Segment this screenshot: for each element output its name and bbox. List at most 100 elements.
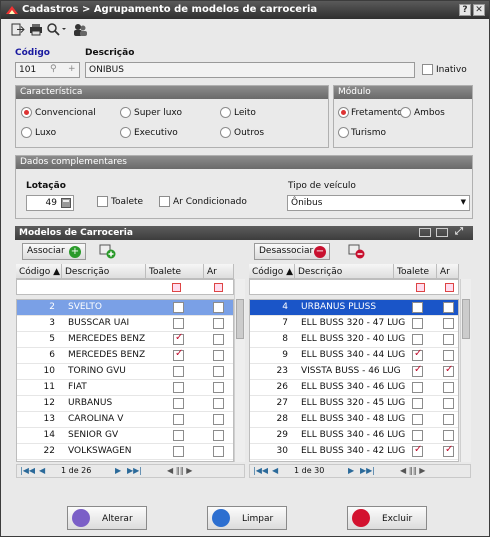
close-button[interactable]: ✕ [473,4,485,16]
toalete-cell-checkbox[interactable] [412,382,423,393]
table-row[interactable]: 27 ELL BUSS 320 - 45 LUG [250,396,458,412]
calculator-icon[interactable] [61,198,71,208]
ar-cell-checkbox[interactable] [443,444,454,457]
ar-cell-checkbox[interactable] [443,318,454,329]
codigo-field[interactable]: 101 ⚲ + [15,62,80,78]
radio-executivo[interactable] [120,127,131,138]
ar-cell-checkbox[interactable] [213,414,224,425]
prev-page-icon[interactable]: ◀ [39,466,45,475]
toalete-cell-checkbox[interactable] [412,348,423,361]
table-row[interactable]: 4 URBANUS PLUSS [250,300,458,316]
toalete-cell-checkbox[interactable] [412,398,423,409]
radio-luxo[interactable] [21,127,32,138]
ar-cell-checkbox[interactable] [213,302,224,313]
table-row[interactable]: 10 TORINO GVU [17,364,233,380]
add-small-icon[interactable]: + [68,64,76,74]
help-button[interactable]: ? [459,4,471,16]
users-icon[interactable] [73,23,87,36]
left-col-ar[interactable]: Ar [204,264,234,279]
filter-icon[interactable] [214,283,223,292]
toalete-cell-checkbox[interactable] [173,398,184,409]
ar-cell-checkbox[interactable] [213,334,224,345]
toalete-cell-checkbox[interactable] [173,414,184,425]
excluir-button[interactable]: Excluir [347,506,427,530]
last-page-icon[interactable]: ▶▶| [127,466,142,475]
table-row[interactable]: 12 URBANUS [17,396,233,412]
desassociar-button[interactable]: Desassociar − [254,243,330,260]
table-row[interactable]: 6 MERCEDES BENZ [17,348,233,364]
table-row[interactable]: 29 ELL BUSS 340 - 46 LUG [250,428,458,444]
table-row[interactable]: 22 VOLKSWAGEN [17,444,233,460]
radio-super-luxo[interactable] [120,107,131,118]
table-row[interactable]: 23 VISSTA BUSS - 46 LUG [250,364,458,380]
ar-cell-checkbox[interactable] [443,382,454,393]
search-small-icon[interactable]: ⚲ [50,64,57,74]
print-icon[interactable] [29,23,43,36]
toalete-cell-checkbox[interactable] [412,318,423,329]
table-row[interactable]: 26 ELL BUSS 340 - 46 LUG [250,380,458,396]
right-col-codigo[interactable]: Código ▲ [249,264,295,279]
ar-cell-checkbox[interactable] [213,398,224,409]
last-page-icon[interactable]: ▶▶| [360,466,375,475]
left-col-codigo[interactable]: Código ▲ [16,264,62,279]
table-row[interactable]: 14 SENIOR GV [17,428,233,444]
table-row[interactable]: 28 ELL BUSS 340 - 48 LUG [250,412,458,428]
toalete-cell-checkbox[interactable] [412,302,423,313]
toalete-cell-checkbox[interactable] [173,348,184,361]
right-col-toalete[interactable]: Toalete [394,264,437,279]
filter-icon[interactable] [416,283,425,292]
toalete-cell-checkbox[interactable] [412,334,423,345]
limpar-button[interactable]: Limpar [207,506,287,530]
toalete-cell-checkbox[interactable] [173,430,184,441]
tipo-veiculo-select[interactable]: Ônibus ▼ [287,195,470,211]
filter-icon[interactable] [445,283,454,292]
toalete-cell-checkbox[interactable] [412,414,423,425]
toalete-checkbox[interactable] [97,196,108,207]
toalete-cell-checkbox[interactable] [173,302,184,313]
radio-fretamento[interactable] [338,107,349,118]
descricao-field[interactable]: ONIBUS [85,62,415,78]
table-row[interactable]: 7 ELL BUSS 320 - 47 LUG [250,316,458,332]
inativo-checkbox[interactable] [422,64,433,75]
exit-icon[interactable] [11,23,25,36]
layout-icon[interactable] [419,228,431,237]
left-col-descricao[interactable]: Descrição [62,264,146,279]
ar-cell-checkbox[interactable] [443,398,454,409]
first-page-icon[interactable]: |◀◀ [20,466,35,475]
ar-cell-checkbox[interactable] [213,446,224,457]
table-row[interactable]: 2 SVELTO [17,300,233,316]
alterar-button[interactable]: Alterar [67,506,147,530]
ar-cell-checkbox[interactable] [213,382,224,393]
ar-cell-checkbox[interactable] [443,430,454,441]
expand-icon[interactable]: ⤢ [455,226,463,237]
radio-ambos[interactable] [400,107,411,118]
ar-cell-checkbox[interactable] [213,366,224,377]
right-scroll-thumb[interactable] [462,299,470,339]
left-col-toalete[interactable]: Toalete [146,264,204,279]
first-page-icon[interactable]: |◀◀ [253,466,268,475]
ar-cell-checkbox[interactable] [443,334,454,345]
toalete-cell-checkbox[interactable] [412,430,423,441]
search-icon[interactable] [47,23,67,36]
table-row[interactable]: 30 ELL BUSS 340 - 42 LUG [250,444,458,460]
radio-turismo[interactable] [338,127,349,138]
table-row[interactable]: 8 ELL BUSS 320 - 40 LUG [250,332,458,348]
toalete-cell-checkbox[interactable] [173,332,184,345]
toalete-cell-checkbox[interactable] [173,366,184,377]
left-scroll-thumb[interactable] [236,299,244,339]
ar-condicionado-checkbox[interactable] [159,196,170,207]
filter-icon[interactable] [172,283,181,292]
ar-cell-checkbox[interactable] [213,318,224,329]
ar-cell-checkbox[interactable] [213,430,224,441]
ar-cell-checkbox[interactable] [443,350,454,361]
radio-leito[interactable] [220,107,231,118]
right-col-ar[interactable]: Ar [437,264,459,279]
ar-cell-checkbox[interactable] [213,350,224,361]
ar-cell-checkbox[interactable] [443,414,454,425]
table-row[interactable]: 5 MERCEDES BENZ [17,332,233,348]
chevron-down-icon[interactable]: ▼ [461,198,466,206]
ar-cell-checkbox[interactable] [443,364,454,377]
next-page-icon[interactable]: ▶ [115,466,121,475]
toalete-cell-checkbox[interactable] [412,364,423,377]
horizontal-scrollbar[interactable]: ◀ ‖‖ ▶ [400,466,425,475]
